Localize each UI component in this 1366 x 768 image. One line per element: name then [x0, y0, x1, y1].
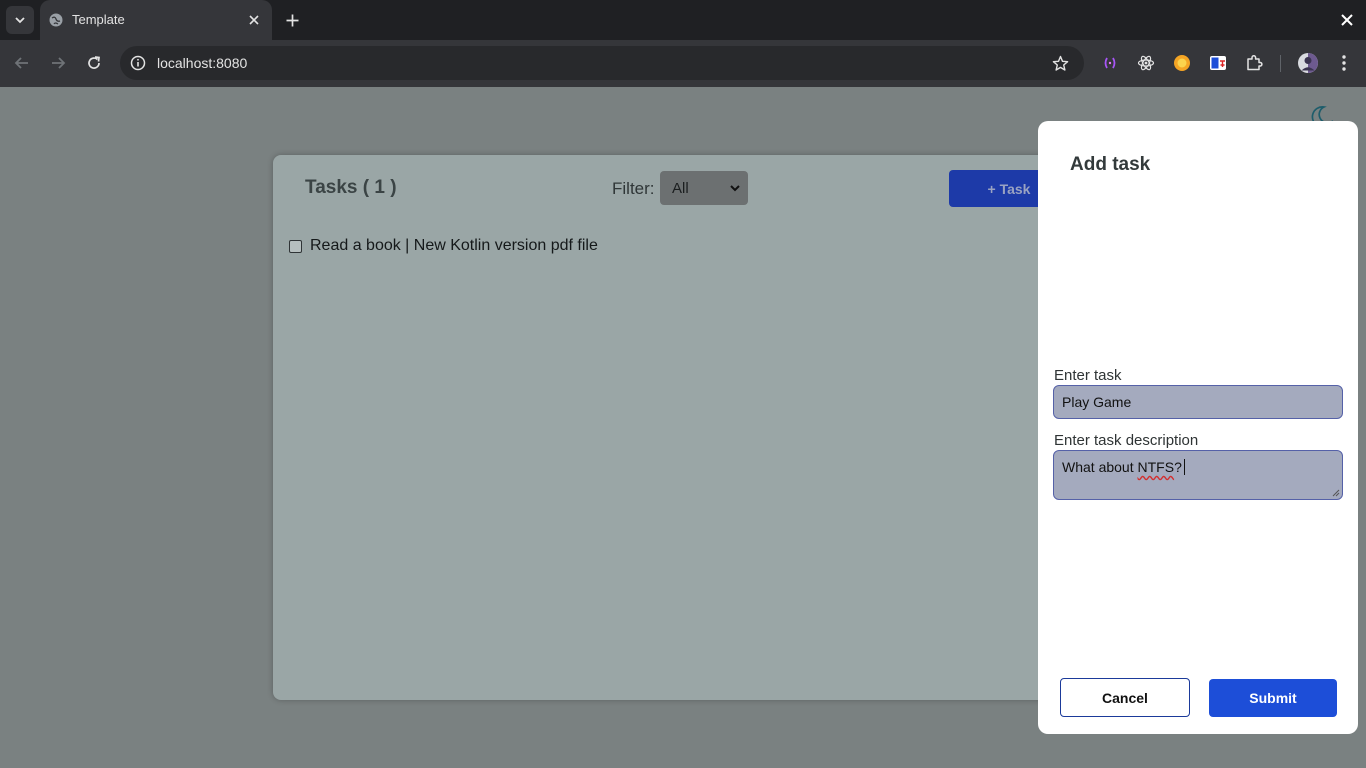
react-devtools-button[interactable]	[1135, 52, 1157, 74]
description-field-label: Enter task description	[1054, 432, 1199, 449]
orange-extension-icon	[1174, 55, 1190, 71]
puzzle-icon	[1247, 54, 1263, 71]
browser-toolbar: localhost:8080	[0, 40, 1366, 87]
close-icon	[1341, 14, 1353, 26]
cancel-button[interactable]: Cancel	[1060, 678, 1190, 717]
filter-label: Filter:	[612, 179, 655, 198]
resize-grip-icon[interactable]	[1332, 489, 1340, 497]
star-icon	[1052, 55, 1068, 71]
translate-extension-button[interactable]	[1207, 52, 1229, 74]
close-icon	[249, 15, 259, 25]
chevron-down-icon	[730, 185, 740, 192]
back-button[interactable]	[9, 50, 35, 76]
browser-tab[interactable]: Template	[40, 0, 272, 40]
task-field-label: Enter task	[1054, 367, 1122, 384]
reload-icon	[88, 56, 100, 69]
chevron-down-icon	[15, 17, 25, 24]
browser-menu-button[interactable]	[1331, 50, 1357, 76]
filter-selected-value: All	[672, 179, 689, 197]
tab-close-button[interactable]	[244, 10, 264, 30]
submit-button[interactable]: Submit	[1209, 679, 1337, 717]
tasks-card: Tasks ( 1 ) Filter: All + Task Read a bo…	[273, 155, 1103, 700]
new-tab-button[interactable]	[280, 8, 304, 32]
tab-title: Template	[72, 12, 125, 27]
plus-icon	[286, 14, 298, 26]
code-extension-button[interactable]	[1099, 52, 1121, 74]
orange-extension-button[interactable]	[1171, 52, 1193, 74]
react-devtools-icon	[1137, 55, 1155, 71]
task-item: Read a book | New Kotlin version pdf fil…	[289, 237, 598, 255]
arrow-left-icon	[14, 57, 28, 69]
task-name-input[interactable]: Play Game	[1053, 385, 1343, 419]
window-close-button[interactable]	[1336, 9, 1358, 31]
profile-button[interactable]	[1296, 51, 1320, 75]
avatar	[1298, 53, 1318, 73]
extensions-button[interactable]	[1243, 52, 1265, 74]
description-text-part: What about	[1062, 459, 1138, 475]
tab-search-button[interactable]	[6, 6, 34, 34]
address-bar[interactable]: localhost:8080	[120, 46, 1084, 80]
bookmark-button[interactable]	[1050, 53, 1070, 73]
add-task-modal: Add task Enter task Play Game Enter task…	[1038, 121, 1358, 734]
code-extension-icon	[1104, 57, 1116, 69]
modal-title: Add task	[1070, 154, 1151, 175]
url-text: localhost:8080	[157, 55, 248, 71]
kebab-menu-icon	[1342, 55, 1346, 71]
filter-select[interactable]: All	[660, 171, 748, 205]
text-caret	[1183, 459, 1185, 475]
toolbar-divider	[1280, 55, 1281, 72]
task-checkbox[interactable]	[289, 239, 302, 253]
description-misspelled-word: NTFS	[1137, 459, 1175, 475]
info-icon	[130, 55, 146, 71]
description-text-end: ?	[1174, 459, 1182, 475]
forward-button[interactable]	[45, 50, 71, 76]
arrow-right-icon	[52, 57, 66, 69]
reload-button[interactable]	[81, 50, 107, 76]
task-label: Read a book | New Kotlin version pdf fil…	[310, 237, 598, 254]
task-description-textarea[interactable]: What about NTFS?	[1053, 450, 1343, 500]
globe-icon	[49, 13, 63, 27]
site-info-button[interactable]	[128, 53, 148, 73]
browser-tab-strip: Template	[0, 0, 1366, 40]
task-name-value: Play Game	[1062, 394, 1132, 410]
tasks-title: Tasks ( 1 )	[305, 177, 397, 198]
translate-extension-icon	[1210, 56, 1226, 70]
